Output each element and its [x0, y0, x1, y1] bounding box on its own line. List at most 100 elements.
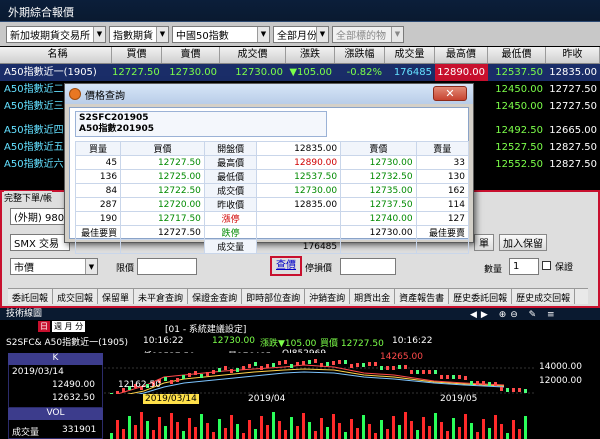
- depth-row[interactable]: 最佳要買 12727.50 跌停 12730.00 最佳要賣: [74, 225, 470, 240]
- volume-bar: [494, 415, 497, 439]
- depth-row[interactable]: 190 12717.50 漲停 12740.00 127: [74, 211, 470, 226]
- depth-row[interactable]: 136 12725.00 最低價 12537.50 12732.50 130: [74, 169, 470, 184]
- tab-history-order[interactable]: 歷史委託回報: [449, 289, 513, 304]
- limit-price-input[interactable]: [137, 258, 197, 275]
- stop-checkbox[interactable]: [542, 261, 551, 270]
- axis-label-14000: 14000.00: [539, 362, 582, 372]
- order-panel-title: 完整下單/帳: [4, 191, 53, 204]
- volume-bar: [128, 416, 131, 439]
- candle: [434, 370, 437, 374]
- candle: [362, 363, 365, 367]
- volume-chart[interactable]: [104, 408, 536, 439]
- period-options[interactable]: 週 月 分: [52, 321, 86, 332]
- ask-qty: 162: [415, 183, 470, 198]
- price-type-select[interactable]: 市價 ▼: [10, 258, 98, 275]
- k-tab[interactable]: K: [8, 353, 103, 365]
- candle: [416, 370, 419, 374]
- tab-withdraw[interactable]: 期貨出金: [350, 289, 396, 304]
- exchange-select[interactable]: 新加坡期貨交易所 ▼: [6, 25, 106, 43]
- axis-label-12000: 12000.00: [539, 376, 582, 386]
- tab-asset-report[interactable]: 資產報告書: [395, 289, 450, 304]
- category-select[interactable]: 指數期貨 ▼: [109, 25, 169, 43]
- tab-margin[interactable]: 保證金查詢: [188, 289, 243, 304]
- col-low[interactable]: 最低價: [488, 47, 546, 63]
- volume-bar: [314, 431, 317, 439]
- candle: [212, 370, 215, 374]
- col-name[interactable]: 名稱: [0, 47, 112, 63]
- tab-realtime-position[interactable]: 即時部位查詢: [242, 289, 306, 304]
- period-day-button[interactable]: 日: [38, 321, 50, 332]
- candle: [254, 362, 257, 366]
- ask-price: 12732.50: [340, 169, 417, 184]
- stop-price-input[interactable]: [340, 258, 396, 275]
- candle: [182, 375, 185, 379]
- dialog-title-bar[interactable]: 價格查詢 ✕: [65, 84, 473, 104]
- col-volume[interactable]: 成交量: [385, 47, 435, 63]
- row-prev-close: 12827.50: [549, 159, 597, 170]
- add-reserve-button[interactable]: 加入保留: [499, 234, 547, 251]
- candle: [524, 389, 527, 393]
- tab-open-position[interactable]: 未平倉查詢: [134, 289, 189, 304]
- order-mid-button[interactable]: 單: [474, 234, 494, 251]
- date-april: 2019/04: [248, 394, 286, 404]
- candle: [404, 365, 407, 369]
- product-select[interactable]: 中國50指數 ▼: [172, 25, 270, 43]
- window-title: 外期綜合報價: [0, 0, 600, 22]
- depth-header-row: 買量 買價 開盤價 12835.00 賣價 賣量: [74, 141, 470, 156]
- limit-up-label: 漲停: [203, 211, 258, 226]
- depth-row[interactable]: 45 12727.50 最高價 12890.00 12730.00 33: [74, 155, 470, 170]
- candle: [344, 360, 347, 364]
- best-ask-price: 12730.00: [340, 225, 417, 240]
- candle: [200, 374, 203, 378]
- header-ask-qty: 賣量: [415, 141, 470, 156]
- ask-price: 12735.00: [340, 183, 417, 198]
- volume-bar: [170, 413, 173, 439]
- chart-section: [01 - 系統建議設定]: [165, 325, 247, 335]
- depth-row[interactable]: 84 12722.50 成交價 12730.00 12735.00 162: [74, 183, 470, 198]
- col-ask[interactable]: 賣價: [162, 47, 220, 63]
- open-value: 12835.00: [256, 141, 342, 156]
- volume-bar: [338, 423, 341, 439]
- tab-history-fill[interactable]: 歷史成交回報: [512, 289, 576, 304]
- table-row[interactable]: A50指數近一(1905) 12727.50 12730.00 12730.00…: [0, 64, 600, 81]
- tab-fill-report[interactable]: 成交回報: [53, 289, 99, 304]
- chart-toolbar-icons[interactable]: ◀▶ ⊕⊖ ✎ ≡: [470, 310, 559, 320]
- qty-stepper[interactable]: 1: [509, 258, 539, 275]
- bid-qty: 136: [74, 169, 122, 184]
- volume-bar: [410, 421, 413, 439]
- tab-offset[interactable]: 沖銷查詢: [305, 289, 351, 304]
- volume-bar: [392, 416, 395, 439]
- candle: [176, 378, 179, 382]
- tab-order-report[interactable]: 委託回報: [8, 289, 54, 304]
- row-high: 12890.00: [435, 64, 488, 81]
- volume-bar: [326, 427, 329, 439]
- volume-bar: [260, 416, 263, 439]
- col-change[interactable]: 漲跌: [286, 47, 335, 63]
- product-field[interactable]: SMX 交易: [10, 234, 70, 251]
- filter-bar: 新加坡期貨交易所 ▼ 指數期貨 ▼ 中國50指數 ▼ 全部月份 ▼ 全部標的物 ▼: [0, 22, 600, 46]
- volume-bar: [242, 433, 245, 439]
- candle: [356, 363, 359, 367]
- col-bid[interactable]: 買價: [112, 47, 162, 63]
- candle: [380, 366, 383, 370]
- col-prev-close[interactable]: 昨收: [546, 47, 600, 63]
- vol-tab[interactable]: VOL: [8, 408, 103, 420]
- volume-bar: [188, 418, 191, 439]
- col-last[interactable]: 成交價: [220, 47, 286, 63]
- volume-bar: [350, 419, 353, 439]
- col-change-pct[interactable]: 漲跌幅: [335, 47, 385, 63]
- row-bid: 12727.50: [112, 67, 160, 78]
- volume-bar: [482, 419, 485, 439]
- depth-row[interactable]: 287 12720.00 昨收價 12835.00 12737.50 114: [74, 197, 470, 212]
- underlying-select[interactable]: 全部標的物 ▼: [332, 25, 404, 43]
- month-select[interactable]: 全部月份 ▼: [273, 25, 329, 43]
- account-select[interactable]: (外期) 980: [10, 208, 70, 225]
- close-button[interactable]: ✕: [433, 86, 467, 101]
- best-ask-label: 最佳要賣: [415, 225, 470, 240]
- volume-bar: [272, 412, 275, 439]
- col-high[interactable]: 最高價: [435, 47, 488, 63]
- candle: [428, 370, 431, 374]
- query-price-link[interactable]: 查價: [270, 256, 302, 276]
- tab-reserve[interactable]: 保留單: [98, 289, 135, 304]
- bid-price: 12720.00: [120, 197, 205, 212]
